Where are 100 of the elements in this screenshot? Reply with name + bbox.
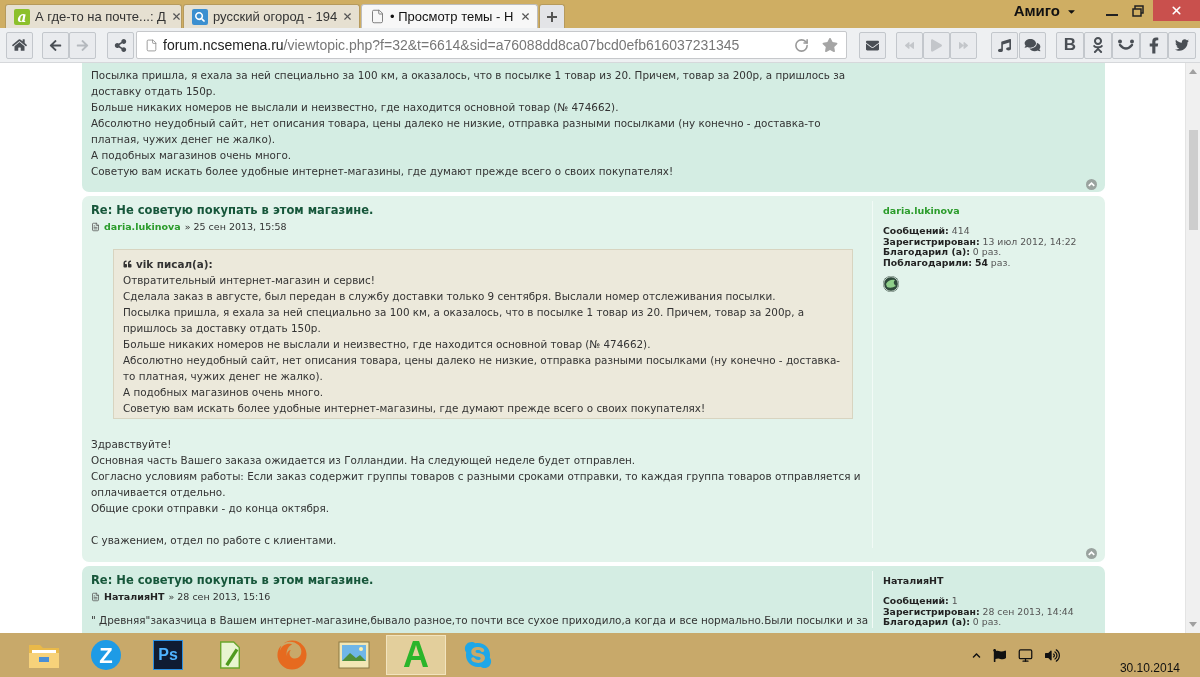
profile-username[interactable]: НаталияНТ [883,575,1105,587]
bird-icon [1174,38,1190,52]
profile-stat: Зарегистрирован: 28 сен 2013, 14:44 [883,606,1075,617]
address-bar[interactable]: forum.ncsemena.ru/viewtopic.php?f=32&t=6614&sid=a76088dd8ca07bcd0efb616037231345 [136,31,847,59]
post-text: Согласно условиям работы: Если заказ содержит группы товаров с разными сроками отправки, то каждая группа товаров отправляется и оплачивается отдельно. [91,469,862,500]
post-text: С уважением, отдел по работе с клиентами. [91,533,338,548]
close-tab-icon[interactable] [170,11,182,22]
restore-icon [1132,4,1144,17]
play-icon [931,38,942,52]
back-button[interactable] [42,31,69,59]
back-to-top-icon[interactable] [1086,548,1097,559]
app-logo: Z [91,640,121,670]
post-text: Абсолютно неудобный сайт, нет описания товара, цены далеко не низкие, отправка разными посылками (ну конечно - доставка-то платная, чужих денег не жалко). [91,116,822,147]
fast-forward-icon [958,40,969,50]
minimize-icon [1106,14,1118,16]
new-tab-button[interactable] [539,4,565,28]
post-title[interactable]: Re: Не советую покупать в этом магазине. [91,201,868,219]
envelope-icon [865,38,880,52]
s-logo-icon [463,640,493,670]
post-text: Основная часть Вашего заказа ожидается из Голландии. На следующей неделе будет отправлен. [91,453,637,468]
caret-up-icon [1189,69,1197,74]
social-button[interactable] [1084,31,1112,59]
caret-down-icon [1189,622,1197,627]
back-to-top-icon[interactable] [1086,179,1097,190]
bookmark-star-icon[interactable] [822,37,838,53]
page-icon [370,8,385,25]
smile-icon [1117,39,1135,51]
post-icon [91,592,100,602]
post-icon [91,222,100,232]
post-text: Советую вам искать более удобные интернет-магазины, где думают прежде всего о своих покупателях! [91,164,675,179]
plus-icon [547,11,557,22]
close-tab-icon[interactable] [520,11,531,22]
chat-bubbles-icon [1024,38,1041,52]
profile-stat: Благодарил (а): 0 раз. [883,247,1003,258]
close-tab-icon[interactable] [342,11,354,22]
post-text: Посылка пришла, я ехала за ней специально за 100 км, а оказалось, что в посылке 1 товар из 20. Причем, товар за 200р, а пришлось за доставку отдать 150р. [91,68,847,99]
scrollbar-thumb[interactable] [1188,130,1198,230]
post-text: А подобных магазинов очень много. [91,148,293,163]
taskbar-button[interactable]: Ps [138,635,198,675]
browser-menu-button[interactable]: Амиго [1013,0,1077,22]
reload-icon[interactable] [794,37,809,53]
post-text: Больше никаких номеров не выслали и неизвестно, где находится основной товар (№ 474662). [91,100,620,115]
url-path: /viewtopic.php?f=32&t=6614&sid=a76088dd8ca07bcd0efb616037231345 [283,35,740,55]
browser-tab[interactable]: a А где-то на почте...: Д [5,4,182,28]
quote-text: А подобных магазинов очень много. [123,385,325,400]
post-text: Общие сроки отправки - до конца октября. [91,501,330,516]
post-text: " Древняя"заказчица в Вашем интернет-магазине,бывало разное,то почти все сухое приходило,а когда и все нормально.Были посылки и за [91,613,868,628]
music-button[interactable] [991,31,1018,59]
tab-favicon: a [14,8,30,25]
share-button[interactable] [107,31,134,59]
app-logo: A [403,637,429,673]
quote-author: vik писал(а): [136,257,213,272]
mail-button[interactable] [859,31,886,59]
app-logo: Ps [153,640,183,670]
swirl-logo-icon [277,640,307,670]
profile-stat: Сообщений: 414 [883,226,971,237]
social-button[interactable] [1140,31,1168,59]
browser-tab[interactable]: • Просмотр темы - Н [361,4,538,28]
flag-icon[interactable] [992,648,1006,662]
quote-text: Сделала заказ в августе, был передан в службу доставки только 9 сентября. Выслали номер отслеживания посылки. [123,289,777,304]
music-note-icon [998,37,1011,53]
social-button[interactable] [1112,31,1140,59]
speaker-icon[interactable] [1044,647,1060,663]
url-host: forum.ncsemena.ru [163,35,284,55]
messages-button[interactable] [1019,31,1046,59]
post-date: » 25 сен 2013, 15:58 [184,220,287,234]
author-link[interactable]: НаталияНТ [104,589,165,605]
chevron-up-icon[interactable] [971,650,981,660]
globe-icon[interactable] [883,276,899,292]
monitor-icon[interactable] [1017,647,1033,663]
profile-stat: Благодарил (а): 0 раз. [883,617,1003,628]
back-arrow-icon [49,38,62,52]
search-icon [192,8,208,25]
picture-icon [338,641,370,669]
profile-stat: Зарегистрирован: 13 июл 2012, 14:22 [883,236,1078,247]
quote-text: Советую вам искать более удобные интернет-магазины, где думают прежде всего о своих покупателях! [123,401,707,416]
social-button[interactable]: В [1056,31,1084,59]
post-date: » 28 сен 2013, 15:16 [168,590,271,604]
quote-icon [123,260,132,268]
scrollbar[interactable] [1185,63,1200,633]
forward-arrow-icon [76,38,89,52]
social-button[interactable] [1168,31,1196,59]
share-icon [114,38,127,52]
close-icon [1170,4,1183,17]
post-title[interactable]: Re: Не советую покупать в этом магазине. [91,571,868,589]
close-button[interactable] [1153,0,1200,21]
quote-text: Абсолютно неудобный сайт, нет описания товара, цены далеко не низкие, отправка разными посылками (ну конечно - доставка-то платная, чужих денег не жалко). [123,353,842,384]
f-logo-icon [1149,36,1159,54]
browser-tab[interactable]: русский огород - 194 [183,4,360,28]
quote-text: Отвратительный интернет-магазин и сервис! [123,273,376,288]
pen-icon [217,640,243,670]
home-icon [12,38,27,52]
home-button[interactable] [6,31,33,59]
quote-text: Посылка пришла, я ехала за ней специально за 100 км, а оказалось, что в посылке 1 товар из 20. Причем, товар за 200р, а пришлось за доставку отдать 150р. [123,305,806,336]
rewind-icon [904,40,915,50]
profile-stat: Поблагодарили: 54 раз. [883,257,1012,268]
page-icon [145,37,158,53]
profile-stat: Сообщений: 1 [883,596,959,607]
quote-text: Больше никаких номеров не выслали и неизвестно, где находится основной товар (№ 474662). [123,337,652,352]
taskbar-date: 30.10.2014 [1119,661,1180,675]
